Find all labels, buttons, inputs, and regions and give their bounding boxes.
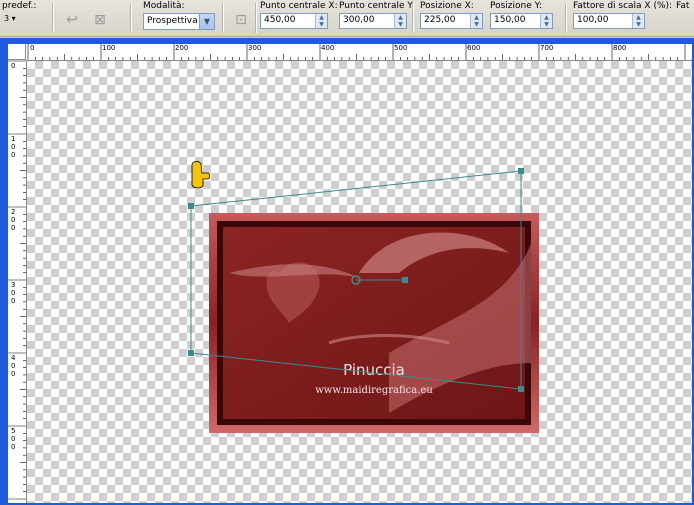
canvas-transparency-grid[interactable]: Pinuccia www.maidiregrafica.eu: [27, 61, 692, 503]
ruler-label: 800: [613, 44, 627, 52]
ruler-corner: [8, 44, 26, 60]
ruler-label: 400: [321, 44, 335, 52]
corner-handle-bottom-left[interactable]: [188, 350, 194, 356]
tool-options-toolbar: predef.: 3 ▾ ↩ ⊠ Modalità: Prospettiva ▼…: [0, 0, 694, 37]
scale-x-value: 100,00: [577, 15, 609, 25]
mode-select[interactable]: Prospettiva ▼: [143, 13, 215, 30]
ruler-label: 500: [394, 44, 408, 52]
position-y-label: Posizione Y:: [490, 1, 542, 11]
toolbar-separator: [412, 3, 414, 33]
position-x-label: Posizione X:: [420, 1, 474, 11]
center-y-value: 300,00: [343, 15, 375, 25]
scale-y-label-truncated: Fat: [676, 1, 690, 11]
center-x-label: Punto centrale X:: [260, 1, 338, 11]
ruler-label: 700: [540, 44, 554, 52]
image-window-content: 0 100 200 300 400 500 600 700 800 0 1 0 …: [8, 44, 692, 503]
pointing-hand-cursor-icon: [191, 161, 210, 189]
chevron-down-icon[interactable]: ▼: [199, 14, 214, 29]
toolbar-separator: [255, 3, 257, 33]
image-window: 0 100 200 300 400 500 600 700 800 0 1 0 …: [0, 38, 694, 505]
ruler-label: 200: [175, 44, 189, 52]
toolbar-separator: [222, 3, 224, 33]
ruler-label: 1 0 0: [11, 135, 16, 159]
reset-transform-icon[interactable]: ⊠: [90, 10, 110, 30]
position-x-value: 225,00: [424, 15, 456, 25]
mode-label: Modalità:: [143, 1, 185, 11]
framed-image-layer[interactable]: Pinuccia www.maidiregrafica.eu: [209, 213, 539, 433]
position-x-input[interactable]: 225,00 ▲ ▼: [420, 13, 483, 29]
scale-x-input[interactable]: 100,00 ▲ ▼: [573, 13, 645, 29]
position-y-input[interactable]: 150,00 ▲ ▼: [490, 13, 553, 29]
center-x-value: 450,00: [264, 15, 296, 25]
position-x-spinner[interactable]: ▲ ▼: [470, 14, 482, 28]
scale-x-label: Fattore di scala X (%):: [573, 1, 673, 11]
presets-label: predef.:: [2, 1, 37, 11]
ruler-label: 2 0 0: [11, 208, 16, 232]
horizontal-ruler: 0 100 200 300 400 500 600 700 800: [26, 44, 692, 61]
center-y-spinner[interactable]: ▲ ▼: [394, 14, 406, 28]
ruler-label: 300: [248, 44, 262, 52]
center-y-input[interactable]: 300,00 ▲ ▼: [339, 13, 407, 29]
center-x-input[interactable]: 450,00 ▲ ▼: [260, 13, 328, 29]
ruler-label: 100: [102, 44, 116, 52]
toolbar-separator: [130, 3, 132, 33]
toolbar-separator: [565, 3, 567, 33]
presets-dropdown-icon[interactable]: 3 ▾: [4, 14, 16, 23]
framed-artwork: Pinuccia www.maidiregrafica.eu: [209, 213, 539, 433]
undo-arrow-icon[interactable]: ↩: [62, 10, 82, 30]
mode-select-value: Prospettiva: [147, 16, 198, 26]
scale-x-spinner[interactable]: ▲ ▼: [632, 14, 644, 28]
ruler-label: 0: [30, 44, 35, 52]
ruler-label: 0: [11, 62, 16, 70]
ruler-label: 600: [467, 44, 481, 52]
frame-target-icon[interactable]: ⊡: [231, 10, 251, 30]
corner-handle-top-left[interactable]: [188, 203, 194, 209]
watermark-name: Pinuccia: [343, 361, 405, 379]
watermark-url: www.maidiregrafica.eu: [315, 385, 433, 396]
corner-handle-top-right[interactable]: [518, 168, 524, 174]
vertical-ruler: 0 1 0 0 2 0 0 3 0 0 4 0 0 5 0 0: [8, 60, 27, 503]
ruler-label: 4 0 0: [11, 354, 16, 378]
toolbar-separator: [52, 3, 54, 33]
position-y-spinner[interactable]: ▲ ▼: [540, 14, 552, 28]
horizontal-ruler-ticks: [27, 44, 686, 60]
ruler-label: 3 0 0: [11, 281, 16, 305]
position-y-value: 150,00: [494, 15, 526, 25]
center-y-label: Punto centrale Y:: [339, 1, 415, 11]
center-x-spinner[interactable]: ▲ ▼: [315, 14, 327, 28]
ruler-label: 5 0 0: [11, 427, 16, 451]
